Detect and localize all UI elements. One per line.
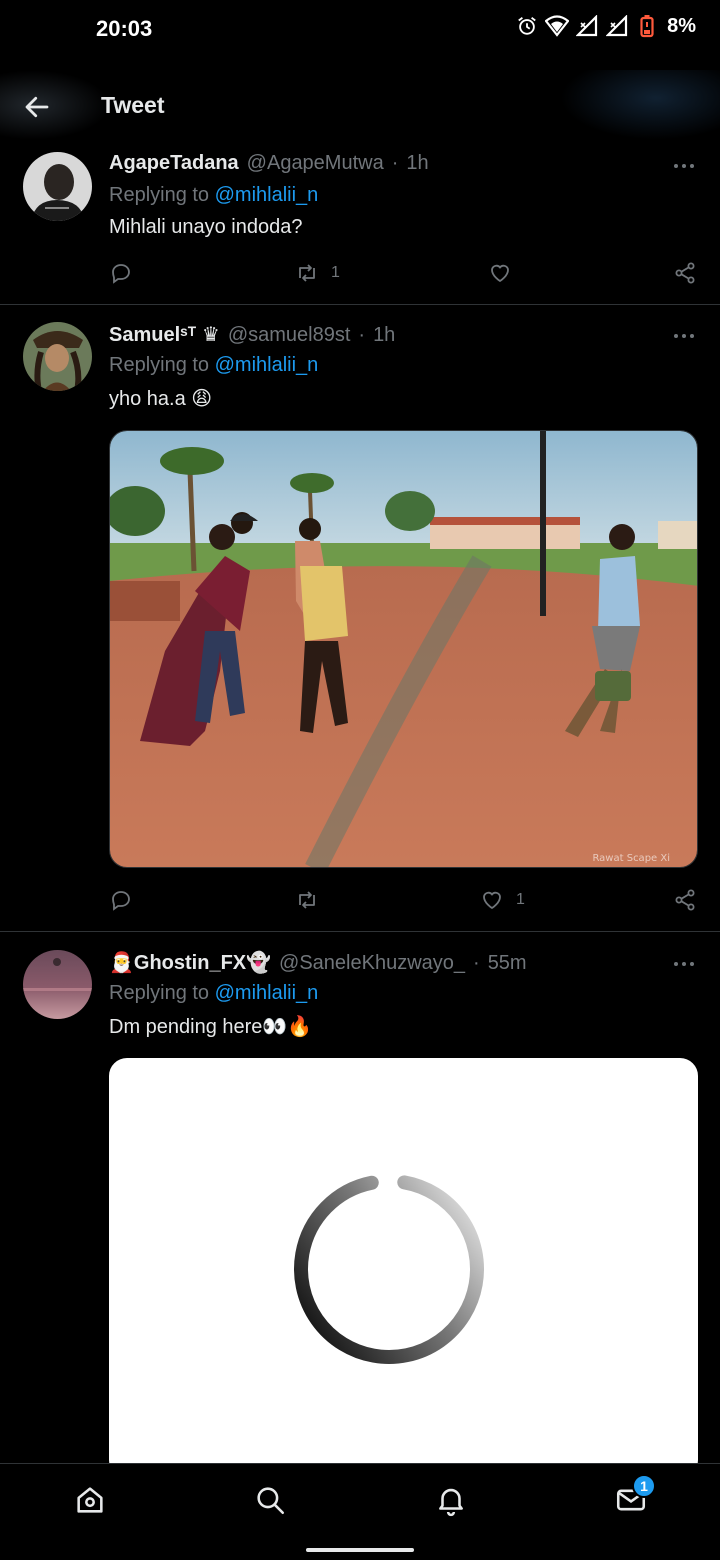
arrow-left-icon [25, 96, 49, 118]
timestamp[interactable]: 1h [406, 152, 428, 175]
photo-watermark: Rawat Scape Xi [592, 853, 670, 864]
replying-to: Replying to @mihlalii_n [109, 354, 318, 377]
home-indicator[interactable] [306, 1548, 414, 1552]
tweet-3[interactable]: 🎅Ghostin_FX👻 @SaneleKhuzwayo_ · 55m Repl… [0, 938, 720, 1478]
display-name[interactable]: AgapeTadana [109, 152, 239, 175]
header-glow-left [0, 70, 110, 140]
messages-badge: 1 [632, 1474, 656, 1498]
retweet-button[interactable] [295, 885, 331, 915]
nav-home[interactable] [70, 1480, 110, 1520]
retweet-icon [299, 891, 315, 909]
retweet-count: 1 [331, 264, 340, 281]
signal-icon [575, 14, 599, 38]
tweet-2[interactable]: Samuelˢᵀ ♛ @samuel89st · 1h Replying to … [0, 310, 720, 930]
status-icons: 8% [515, 14, 696, 38]
retweet-icon [299, 264, 315, 282]
divider [0, 304, 720, 305]
replying-prefix: Replying to [109, 982, 210, 1004]
replying-prefix: Replying to [109, 184, 210, 206]
avatar[interactable] [23, 322, 92, 391]
status-bar: 20:03 8% [0, 0, 720, 60]
user-handle[interactable]: @SaneleKhuzwayo_ [279, 952, 465, 975]
tweet-header: AgapeTadana @AgapeMutwa · 1h [109, 152, 429, 175]
divider [0, 931, 720, 932]
home-icon [77, 1487, 103, 1513]
reply-icon [112, 891, 130, 911]
like-button[interactable]: 1 [480, 885, 525, 915]
bottom-navigation [0, 1463, 720, 1560]
share-icon [675, 889, 695, 911]
reply-button[interactable] [109, 885, 133, 915]
avatar[interactable] [23, 152, 92, 221]
battery-percent: 8% [667, 14, 696, 37]
more-options-button[interactable] [672, 952, 696, 976]
avatar[interactable] [23, 950, 92, 1019]
alarm-icon [515, 14, 539, 38]
reply-icon [112, 264, 130, 284]
share-icon [675, 262, 695, 284]
status-time: 20:03 [96, 16, 153, 41]
tweet-header: Samuelˢᵀ ♛ @samuel89st · 1h [109, 322, 395, 347]
reply-button[interactable] [109, 258, 133, 288]
tweet-text: Mihlali unayo indoda? [109, 216, 303, 238]
separator: · [358, 324, 366, 346]
search-icon [257, 1487, 285, 1515]
tweet-actions: 1 [109, 258, 699, 288]
bell-icon [439, 1488, 463, 1517]
display-name[interactable]: 🎅Ghostin_FX👻 [109, 950, 271, 975]
mention-link[interactable]: @mihlalii_n [215, 354, 319, 376]
more-options-button[interactable] [672, 154, 696, 178]
timestamp[interactable]: 55m [488, 952, 527, 975]
mention-link[interactable]: @mihlalii_n [215, 982, 319, 1004]
display-name[interactable]: Samuelˢᵀ ♛ [109, 322, 220, 347]
replying-prefix: Replying to [109, 354, 210, 376]
tweet-1[interactable]: AgapeTadana @AgapeMutwa · 1h Replying to… [0, 140, 720, 305]
nav-search[interactable] [250, 1480, 290, 1520]
photo-image: Rawat Scape Xi [110, 431, 697, 867]
replying-to: Replying to @mihlalii_n [109, 982, 318, 1005]
separator: · [391, 152, 399, 174]
retweet-button[interactable]: 1 [295, 258, 340, 288]
user-handle[interactable]: @AgapeMutwa [247, 152, 384, 175]
tweet-media-loading[interactable] [109, 1058, 698, 1478]
tweet-text: Dm pending here👀🔥 [109, 1016, 313, 1038]
heart-icon [491, 264, 509, 283]
tweet-actions: 1 [109, 885, 699, 915]
timestamp[interactable]: 1h [373, 324, 395, 347]
tweet-header: 🎅Ghostin_FX👻 @SaneleKhuzwayo_ · 55m [109, 950, 527, 975]
separator: · [473, 952, 480, 974]
share-button[interactable] [673, 885, 697, 915]
battery-icon [635, 14, 659, 38]
heart-icon [483, 891, 501, 910]
mention-link[interactable]: @mihlalii_n [215, 184, 319, 206]
wifi-icon [545, 14, 570, 38]
more-icon [674, 334, 694, 338]
top-bar: Tweet [0, 70, 720, 140]
loading-spinner-icon [294, 1174, 484, 1364]
more-icon [674, 164, 694, 168]
nav-notifications[interactable] [431, 1480, 471, 1520]
user-handle[interactable]: @samuel89st [228, 324, 351, 347]
signal-icon-2 [605, 14, 629, 38]
more-icon [674, 962, 694, 966]
like-button[interactable] [488, 258, 524, 288]
tweet-text: yho ha.a 😩 [109, 388, 213, 410]
tweet-photo[interactable]: Rawat Scape Xi [109, 430, 698, 868]
page-title: Tweet [101, 92, 165, 118]
back-button[interactable] [22, 92, 52, 122]
more-options-button[interactable] [672, 324, 696, 348]
replying-to: Replying to @mihlalii_n [109, 184, 318, 207]
like-count: 1 [516, 891, 525, 908]
share-button[interactable] [673, 258, 697, 288]
header-glow-right [560, 70, 720, 140]
